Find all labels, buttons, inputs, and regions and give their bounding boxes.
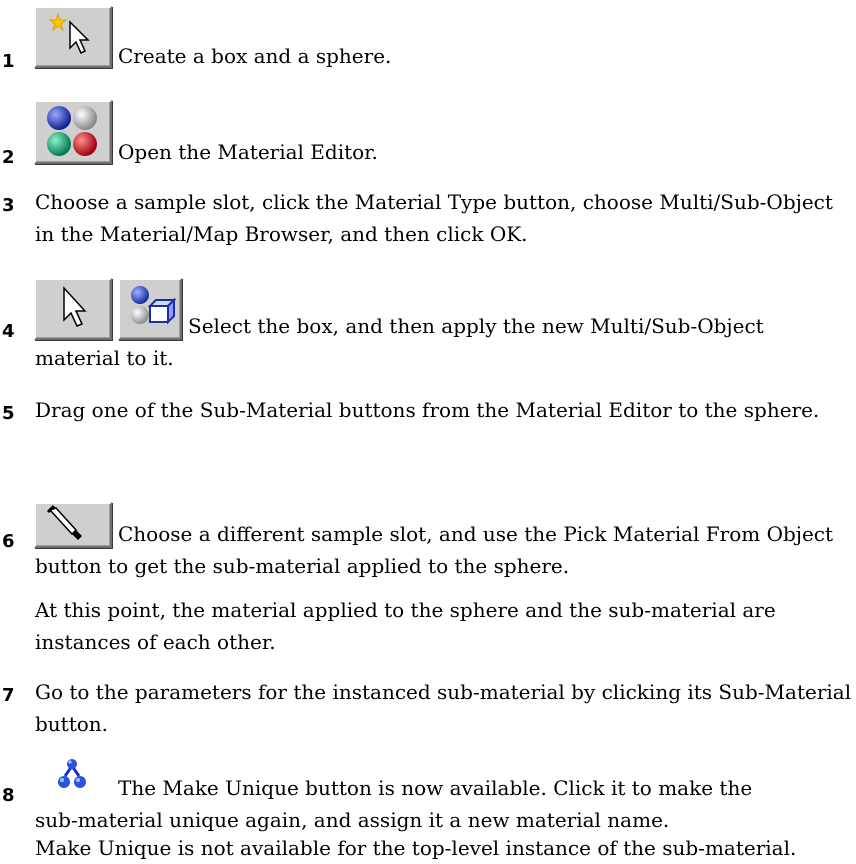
step-text: Choose a sample slot, click the Material… — [35, 190, 833, 246]
eyedropper-icon — [34, 502, 112, 548]
material-editor-icon — [34, 100, 112, 164]
step-note: At this point, the material applied to t… — [35, 598, 776, 654]
step-text-continued: material to it. — [35, 346, 174, 370]
step-text: Choose a different sample slot, and use … — [118, 522, 834, 546]
step-text: Select the box, and then apply the new M… — [188, 314, 764, 338]
step-text: Go to the parameters for the instanced s… — [35, 680, 852, 736]
step-number: 5 — [2, 403, 15, 424]
step-number: 2 — [2, 147, 15, 168]
step-note: Make Unique is not available for the top… — [35, 836, 797, 860]
step-number: 6 — [2, 531, 15, 552]
select-object-icon — [34, 278, 112, 340]
step-text: Drag one of the Sub-Material buttons fro… — [35, 398, 820, 422]
assign-material-icon — [118, 278, 182, 340]
step-text: The Make Unique button is now available.… — [118, 776, 753, 800]
step-text-continued: button to get the sub-material applied t… — [35, 554, 570, 578]
step-number: 7 — [2, 685, 15, 706]
step-number: 8 — [2, 785, 15, 806]
step-text: Open the Material Editor. — [118, 140, 378, 164]
select-create-icon — [34, 6, 112, 68]
step-number: 4 — [2, 321, 15, 342]
make-unique-icon — [34, 756, 112, 802]
step-number: 3 — [2, 195, 15, 216]
step-text: Create a box and a sphere. — [118, 44, 392, 68]
step-number: 1 — [2, 51, 15, 72]
